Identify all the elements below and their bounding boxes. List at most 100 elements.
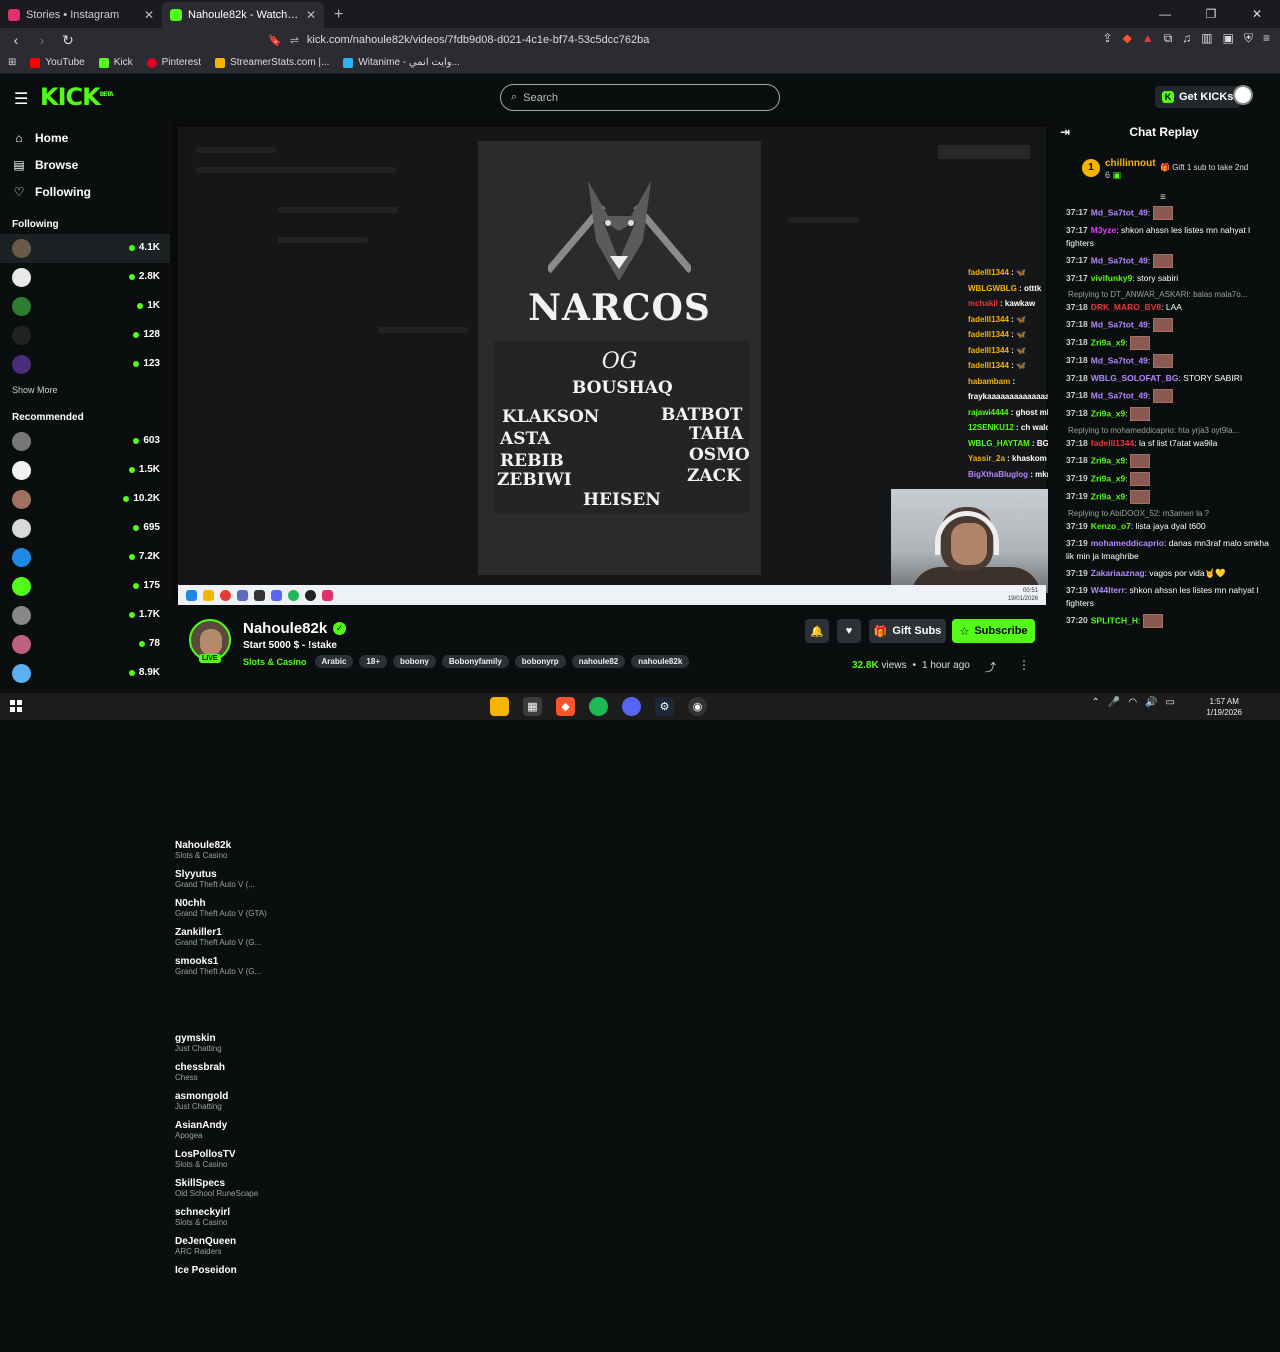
sidebar-channel[interactable]: asmongold Just Chatting 10.2K xyxy=(0,485,270,1178)
sidebar-channel[interactable]: Ice Poseidon 8.9K xyxy=(0,659,270,1352)
message-user[interactable]: Zakariaaznag xyxy=(1091,568,1145,578)
nav-following[interactable]: ♡ Following xyxy=(0,178,170,205)
stream-tag[interactable]: 18+ xyxy=(359,655,387,668)
address-bar[interactable]: 🔖 ⇌ kick.com/nahoule82k/videos/7fdb9d08-… xyxy=(268,30,988,50)
more-options-icon[interactable]: ⋮ xyxy=(1018,658,1030,672)
category-link[interactable]: Slots & Casino xyxy=(243,657,307,667)
bookmark-icon[interactable]: 🔖 xyxy=(268,34,282,47)
bookmark-witanime[interactable]: Witanime - وايت انمي... xyxy=(343,57,460,68)
rewards-icon[interactable]: ▲ xyxy=(1142,31,1154,46)
stream-tag[interactable]: nahoule82k xyxy=(631,655,690,668)
message-user[interactable]: Md_Sa7tot_49 xyxy=(1091,255,1148,265)
reload-button[interactable]: ↻ xyxy=(58,32,78,49)
brave-shield-icon[interactable]: ◆ xyxy=(1123,31,1132,46)
sidebar-channel[interactable]: gymskin Just Chatting 603 xyxy=(0,427,270,1120)
spotify-icon[interactable] xyxy=(589,697,608,716)
nav-home[interactable]: ⌂ Home xyxy=(0,124,170,151)
extensions-icon[interactable]: ⧉ xyxy=(1164,31,1173,46)
sidebar-channel[interactable]: N0chh Grand Theft Auto V (GTA) 1K xyxy=(0,292,270,985)
bookmark-streamerstats[interactable]: StreamerStats.com |... xyxy=(215,57,329,68)
user-avatar[interactable] xyxy=(1233,85,1253,105)
steam-icon[interactable]: ⚙ xyxy=(655,697,674,716)
sidebar-channel[interactable]: Zankiller1 Grand Theft Auto V (G... 128 xyxy=(0,321,270,1014)
sidebar-channel[interactable]: chessbrah Chess 1.5K xyxy=(0,456,270,1149)
message-user[interactable]: Zri9a_x9 xyxy=(1091,337,1126,347)
subscribe-button[interactable]: ☆ Subscribe xyxy=(952,619,1035,643)
sidebar-channel[interactable]: DeJenQueen ARC Raiders 78 xyxy=(0,630,270,1323)
bookmark-kick[interactable]: Kick xyxy=(98,57,133,68)
music-icon[interactable]: ♫ xyxy=(1182,31,1191,46)
menu-icon[interactable]: ≡ xyxy=(1263,31,1270,46)
file-explorer-icon[interactable] xyxy=(490,697,509,716)
start-button[interactable] xyxy=(10,700,22,712)
new-tab-button[interactable]: + xyxy=(334,6,343,24)
close-window-button[interactable]: ✕ xyxy=(1234,0,1280,28)
wifi-icon[interactable]: ◠ xyxy=(1128,697,1137,708)
site-info-icon[interactable]: ⇌ xyxy=(290,34,299,47)
message-user[interactable]: Zri9a_x9 xyxy=(1091,491,1126,501)
message-user[interactable]: M3yze xyxy=(1091,225,1117,235)
sidebar-channel[interactable]: Slyyutus Grand Theft Auto V (... 2.8K xyxy=(0,263,270,956)
get-kicks-button[interactable]: K Get KICKs xyxy=(1155,86,1241,108)
store-icon[interactable]: ▦ xyxy=(523,697,542,716)
close-tab-icon[interactable]: ✕ xyxy=(306,8,316,22)
message-user[interactable]: Kenzo_o7 xyxy=(1091,521,1131,531)
bookmark-youtube[interactable]: YouTube xyxy=(30,57,85,68)
stream-tag[interactable]: Bobonyfamily xyxy=(441,655,509,668)
forward-button[interactable]: › xyxy=(32,32,52,48)
message-user[interactable]: Zri9a_x9 xyxy=(1091,473,1126,483)
volume-icon[interactable]: 🔊 xyxy=(1145,697,1157,708)
gift-cta[interactable]: 🎁 Gift 1 sub to take 2nd xyxy=(1160,163,1248,172)
sidebar-icon[interactable]: ▥ xyxy=(1201,31,1212,46)
message-user[interactable]: W44lterr xyxy=(1091,585,1125,595)
message-user[interactable]: Md_Sa7tot_49 xyxy=(1091,355,1148,365)
follow-button[interactable]: ♥ xyxy=(837,619,861,643)
kick-logo[interactable]: KICKBETA xyxy=(40,83,114,111)
message-user[interactable]: Zri9a_x9 xyxy=(1091,408,1126,418)
battery-icon[interactable]: ▭ xyxy=(1166,697,1175,708)
gifter-name[interactable]: chillinnout xyxy=(1105,158,1156,169)
wallet-icon[interactable]: ▣ xyxy=(1223,31,1234,46)
tab-instagram[interactable]: Stories • Instagram ✕ xyxy=(0,2,162,28)
message-user[interactable]: DRK_MARO_BV8 xyxy=(1091,302,1161,312)
sidebar-channel[interactable]: schneckyirl Slots & Casino 1.7K xyxy=(0,601,270,1294)
pinned-toggle-icon[interactable]: ≡ xyxy=(1160,192,1166,203)
message-user[interactable]: mohameddicaprio xyxy=(1091,538,1164,548)
close-tab-icon[interactable]: ✕ xyxy=(144,8,154,22)
video-player[interactable]: NARCOS OG BOUSHAQ KLAKSON BATBOT ASTA TA… xyxy=(170,119,1048,606)
sidebar-channel[interactable]: smooks1 Grand Theft Auto V (G... 123 xyxy=(0,350,270,1043)
collapse-chat-icon[interactable]: ⇥ xyxy=(1060,125,1070,139)
brave-icon[interactable]: ◆ xyxy=(556,697,575,716)
discord-icon[interactable] xyxy=(622,697,641,716)
back-button[interactable]: ‹ xyxy=(6,32,26,48)
message-user[interactable]: Md_Sa7tot_49 xyxy=(1091,390,1148,400)
system-clock[interactable]: 1:57 AM 1/19/2026 xyxy=(1206,696,1242,718)
tab-kick[interactable]: Nahoule82k - Watch the VOD ✕ xyxy=(162,2,324,28)
apps-grid-icon[interactable]: ⊞ xyxy=(8,57,16,68)
stream-tag[interactable]: Arabic xyxy=(314,655,354,668)
restore-button[interactable]: ❐ xyxy=(1188,0,1234,28)
sidebar-channel[interactable]: Nahoule82k Slots & Casino 4.1K xyxy=(0,234,270,927)
stream-tag[interactable]: bobonyrp xyxy=(514,655,566,668)
message-user[interactable]: Zri9a_x9 xyxy=(1091,455,1126,465)
message-user[interactable]: Md_Sa7tot_49 xyxy=(1091,319,1148,329)
gift-subs-button[interactable]: 🎁 Gift Subs xyxy=(869,619,946,643)
stream-tag[interactable]: bobony xyxy=(393,655,436,668)
show-more-link[interactable]: Show More xyxy=(0,385,170,395)
share-icon[interactable]: ⇪ xyxy=(1103,31,1113,46)
vpn-icon[interactable]: ⛨ xyxy=(1244,31,1253,46)
nav-browse[interactable]: ▤ Browse xyxy=(0,151,170,178)
hamburger-menu-icon[interactable]: ☰ xyxy=(14,89,28,109)
stream-tag[interactable]: nahoule82 xyxy=(571,655,626,668)
message-user[interactable]: fadelll1344 xyxy=(1091,438,1134,448)
sidebar-channel[interactable]: AsianAndy Apogea 695 xyxy=(0,514,270,1207)
message-user[interactable]: Md_Sa7tot_49 xyxy=(1091,207,1148,217)
minimize-button[interactable]: — xyxy=(1142,0,1188,28)
share-icon[interactable]: ⤴ xyxy=(985,659,996,675)
sidebar-channel[interactable]: LosPollosTV Slots & Casino 7.2K xyxy=(0,543,270,1236)
search-input[interactable]: ⌕ Search xyxy=(500,84,780,111)
streamer-name[interactable]: Nahoule82k ✓ xyxy=(243,620,347,637)
notifications-button[interactable]: 🔔 xyxy=(805,619,829,643)
message-user[interactable]: vivifunky9 xyxy=(1091,273,1133,283)
obs-icon[interactable]: ◉ xyxy=(688,697,707,716)
